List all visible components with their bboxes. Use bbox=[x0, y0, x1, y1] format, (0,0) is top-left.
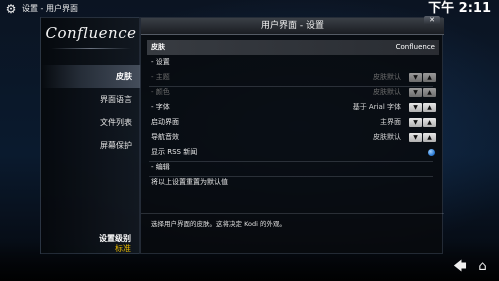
setting-label: 皮肤 bbox=[151, 43, 165, 51]
setting-row-startup-window[interactable]: 启动界面 主界面 ▼ ▲ bbox=[147, 115, 439, 130]
settings-level-value[interactable]: 标准 bbox=[115, 244, 131, 254]
category-panel: Confluence 皮肤 界面语言 文件列表 屏幕保护 设置级别 标准 bbox=[40, 17, 141, 254]
spin-down-button[interactable]: ▼ bbox=[409, 88, 422, 97]
category-item-file-lists[interactable]: 文件列表 bbox=[41, 111, 141, 134]
close-button[interactable]: ✕ bbox=[424, 16, 440, 25]
settings-dialog: 用户界面 - 设置 皮肤 Confluence - 设置 - 主题 皮肤默认 ▼… bbox=[140, 17, 444, 254]
spin-down-button[interactable]: ▼ bbox=[409, 103, 422, 112]
description-divider bbox=[141, 213, 444, 214]
spin-up-button[interactable]: ▲ bbox=[423, 88, 436, 97]
setting-label: - 颜色 bbox=[151, 88, 170, 96]
setting-value: Confluence bbox=[395, 43, 435, 51]
skin-logo: Confluence bbox=[45, 24, 137, 42]
spin-down-button[interactable]: ▼ bbox=[409, 73, 422, 82]
row-divider bbox=[149, 176, 433, 177]
spin-up-button[interactable]: ▲ bbox=[423, 73, 436, 82]
setting-label: - 设置 bbox=[151, 58, 170, 66]
setting-value: 皮肤默认 bbox=[373, 73, 401, 81]
setting-value: 皮肤默认 bbox=[373, 133, 401, 141]
spin-up-button[interactable]: ▲ bbox=[423, 118, 436, 127]
spin-up-button[interactable]: ▲ bbox=[423, 133, 436, 142]
gear-icon: ⚙ bbox=[5, 2, 17, 16]
breadcrumb: 设置 - 用户界面 bbox=[22, 4, 78, 13]
setting-value: 基于 Arial 字体 bbox=[352, 103, 401, 111]
setting-label: - 主题 bbox=[151, 73, 170, 81]
category-item-screensaver[interactable]: 屏幕保护 bbox=[41, 134, 141, 157]
spin-up-button[interactable]: ▲ bbox=[423, 103, 436, 112]
setting-label: 将以上设置重置为默认值 bbox=[151, 178, 228, 186]
spin-down-button[interactable]: ▼ bbox=[409, 133, 422, 142]
spin-down-button[interactable]: ▼ bbox=[409, 118, 422, 127]
setting-label: 启动界面 bbox=[151, 118, 179, 126]
setting-row-navigation-sounds[interactable]: 导航音效 皮肤默认 ▼ ▲ bbox=[147, 130, 439, 145]
setting-row-skin-settings[interactable]: - 设置 bbox=[147, 55, 439, 70]
setting-label: 导航音效 bbox=[151, 133, 179, 141]
category-list: 皮肤 界面语言 文件列表 屏幕保护 bbox=[41, 65, 141, 157]
setting-row-theme[interactable]: - 主题 皮肤默认 ▼ ▲ bbox=[147, 70, 439, 85]
setting-row-skin[interactable]: 皮肤 Confluence bbox=[147, 40, 439, 55]
logo-divider bbox=[51, 48, 131, 49]
settings-level-label[interactable]: 设置级别 bbox=[99, 234, 131, 244]
row-divider bbox=[149, 86, 433, 87]
setting-row-edit-rss[interactable]: - 编辑 bbox=[147, 160, 439, 175]
setting-row-show-rss[interactable]: 显示 RSS 新闻 bbox=[147, 145, 439, 160]
setting-label: - 编辑 bbox=[151, 163, 170, 171]
setting-value: 主界面 bbox=[380, 118, 401, 126]
home-icon[interactable]: ⌂ bbox=[474, 259, 491, 275]
back-arrow-icon[interactable]: 🡄 bbox=[452, 259, 468, 275]
setting-description: 选择用户界面的皮肤。这将决定 Kodi 的外观。 bbox=[151, 220, 286, 228]
setting-row-reset-defaults[interactable]: 将以上设置重置为默认值 bbox=[147, 175, 439, 190]
setting-label: - 字体 bbox=[151, 103, 170, 111]
setting-row-colors[interactable]: - 颜色 皮肤默认 ▼ ▲ bbox=[147, 85, 439, 100]
category-item-language[interactable]: 界面语言 bbox=[41, 88, 141, 111]
radio-toggle-icon[interactable] bbox=[428, 149, 435, 156]
category-item-skin[interactable]: 皮肤 bbox=[41, 65, 141, 88]
settings-list: 皮肤 Confluence - 设置 - 主题 皮肤默认 ▼ ▲ - 颜色 皮肤… bbox=[147, 40, 439, 190]
setting-label: 显示 RSS 新闻 bbox=[151, 148, 198, 156]
dialog-title: 用户界面 - 设置 bbox=[141, 18, 444, 35]
setting-value: 皮肤默认 bbox=[373, 88, 401, 96]
row-divider bbox=[149, 161, 433, 162]
setting-row-fonts[interactable]: - 字体 基于 Arial 字体 ▼ ▲ bbox=[147, 100, 439, 115]
